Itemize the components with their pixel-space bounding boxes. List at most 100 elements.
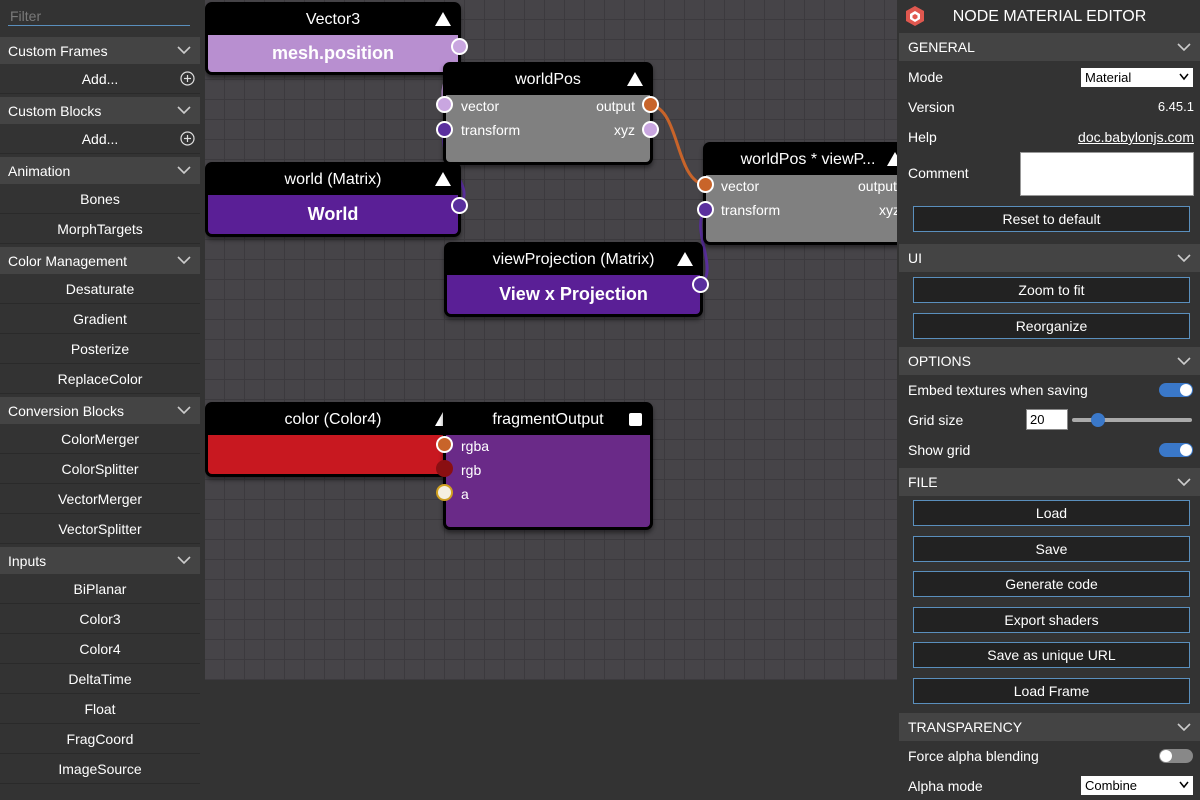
palette-item[interactable]: BiPlanar: [0, 574, 200, 604]
reorganize-button[interactable]: Reorganize: [913, 313, 1190, 339]
collapse-icon[interactable]: [887, 152, 897, 166]
collapse-icon[interactable]: [435, 12, 451, 26]
collapse-icon[interactable]: [677, 252, 693, 266]
fragment-rgba-pin[interactable]: [436, 436, 453, 453]
section-ui-header[interactable]: UI: [899, 244, 1200, 272]
palette-item-label: Color3: [79, 610, 121, 627]
category-header[interactable]: Conversion Blocks: [0, 397, 200, 424]
node-color4[interactable]: color (Color4): [205, 402, 461, 477]
alpha-mode-select[interactable]: Combine: [1081, 776, 1193, 795]
palette-item-label: ReplaceColor: [57, 370, 143, 387]
slider-thumb[interactable]: [1091, 413, 1106, 427]
section-options-header[interactable]: OPTIONS: [899, 347, 1200, 375]
section-file-header[interactable]: FILE: [899, 468, 1200, 496]
help-link[interactable]: doc.babylonjs.com: [1078, 129, 1194, 145]
file-button-row: Export shaders: [899, 603, 1200, 639]
reset-row: Reset to default: [899, 202, 1200, 238]
palette-item[interactable]: DeltaTime: [0, 664, 200, 694]
palette-item[interactable]: Add...: [0, 124, 200, 154]
alpha-mode-label: Alpha mode: [908, 778, 983, 794]
palette-item[interactable]: Gradient: [0, 304, 200, 334]
category-header[interactable]: Animation: [0, 157, 200, 184]
section-transparency-header[interactable]: TRANSPARENCY: [899, 713, 1200, 741]
node-fragment-output[interactable]: fragmentOutput rgba rgb a: [443, 402, 653, 530]
show-grid-toggle[interactable]: [1159, 443, 1193, 457]
palette-item[interactable]: VectorMerger: [0, 484, 200, 514]
palette-item[interactable]: Color3: [0, 604, 200, 634]
file-action-button[interactable]: Load Frame: [913, 677, 1190, 704]
palette-item[interactable]: FragCoord: [0, 724, 200, 754]
file-action-button[interactable]: Generate code: [913, 571, 1190, 597]
chevron-down-icon: [1177, 43, 1191, 52]
category-header[interactable]: Custom Blocks: [0, 97, 200, 124]
palette-item[interactable]: Posterize: [0, 334, 200, 364]
category-header[interactable]: Color Management: [0, 247, 200, 274]
palette-item[interactable]: ImageSource: [0, 754, 200, 784]
toggle-knob: [1160, 750, 1172, 762]
viewprojection-output-pin[interactable]: [692, 276, 709, 293]
palette-item[interactable]: Bones: [0, 184, 200, 214]
node-vector3[interactable]: Vector3 mesh.position: [205, 2, 461, 75]
file-button-row: Save as unique URL: [899, 638, 1200, 674]
reset-to-default-button[interactable]: Reset to default: [913, 206, 1190, 232]
palette-item[interactable]: MorphTargets: [0, 214, 200, 244]
zoom-to-fit-button[interactable]: Zoom to fit: [913, 277, 1190, 303]
palette-item-label: Gradient: [73, 310, 127, 327]
file-action-button[interactable]: Save: [913, 535, 1190, 562]
node-viewprojection-matrix[interactable]: viewProjection (Matrix) View x Projectio…: [444, 242, 703, 317]
chevron-down-icon: [1177, 357, 1191, 366]
worldpos-output-pin[interactable]: [642, 96, 659, 113]
node-world-matrix[interactable]: world (Matrix) World: [205, 162, 461, 237]
grid-size-slider[interactable]: [1072, 413, 1192, 427]
palette-item-label: VectorSplitter: [58, 520, 142, 537]
mode-label: Mode: [908, 69, 944, 85]
node-body: rgba rgb a: [446, 435, 650, 527]
graph-canvas[interactable]: Vector3 mesh.position worldPos vector tr…: [205, 0, 897, 680]
collapse-icon[interactable]: [435, 172, 451, 186]
add-circle-icon[interactable]: [180, 71, 195, 86]
palette-item[interactable]: Desaturate: [0, 274, 200, 304]
node-title: viewProjection (Matrix): [492, 251, 655, 268]
add-circle-icon[interactable]: [180, 131, 195, 146]
section-general-header[interactable]: GENERAL: [899, 33, 1200, 61]
palette-item[interactable]: ReplaceColor: [0, 364, 200, 394]
version-label: Version: [908, 99, 955, 115]
node-worldpos[interactable]: worldPos vector transform output xyz: [443, 62, 653, 165]
mult-transform-pin[interactable]: [697, 201, 714, 218]
comment-label: Comment: [908, 165, 969, 181]
palette-item[interactable]: Float: [0, 694, 200, 724]
port-label: rgb: [461, 462, 482, 478]
fragment-rgb-pin[interactable]: [436, 460, 453, 477]
embed-textures-toggle[interactable]: [1159, 383, 1193, 397]
comment-textarea[interactable]: [1020, 152, 1194, 196]
worldpos-xyz-pin[interactable]: [642, 121, 659, 138]
collapse-icon[interactable]: [627, 72, 643, 86]
force-alpha-toggle[interactable]: [1159, 749, 1193, 763]
palette-item[interactable]: Add...: [0, 64, 200, 94]
palette-item[interactable]: ColorSplitter: [0, 454, 200, 484]
toggle-knob: [1180, 444, 1192, 456]
grid-size-input[interactable]: 20: [1026, 409, 1068, 430]
port-label: xyz: [614, 122, 635, 138]
category-header[interactable]: Inputs: [0, 547, 200, 574]
worldpos-transform-pin[interactable]: [436, 121, 453, 138]
filter-input[interactable]: [8, 7, 190, 26]
mode-select[interactable]: Material: [1081, 68, 1193, 87]
palette-item[interactable]: ColorMerger: [0, 424, 200, 454]
fragment-a-pin[interactable]: [436, 484, 453, 501]
palette-item-label: BiPlanar: [73, 580, 127, 597]
mult-vector-pin[interactable]: [697, 176, 714, 193]
file-button-row: Load Frame: [899, 674, 1200, 710]
version-row: Version 6.45.1: [899, 92, 1200, 122]
vector3-output-pin[interactable]: [451, 38, 468, 55]
world-output-pin[interactable]: [451, 197, 468, 214]
category-header[interactable]: Custom Frames: [0, 37, 200, 64]
file-action-button[interactable]: Export shaders: [913, 606, 1190, 633]
node-worldpos-times-viewprojection[interactable]: worldPos * viewP... vector transform out…: [703, 142, 897, 245]
file-action-button[interactable]: Save as unique URL: [913, 642, 1190, 668]
palette-item[interactable]: VectorSplitter: [0, 514, 200, 544]
file-action-button[interactable]: Load: [913, 500, 1190, 526]
show-grid-row: Show grid: [899, 435, 1200, 465]
palette-item[interactable]: Color4: [0, 634, 200, 664]
worldpos-vector-pin[interactable]: [436, 96, 453, 113]
